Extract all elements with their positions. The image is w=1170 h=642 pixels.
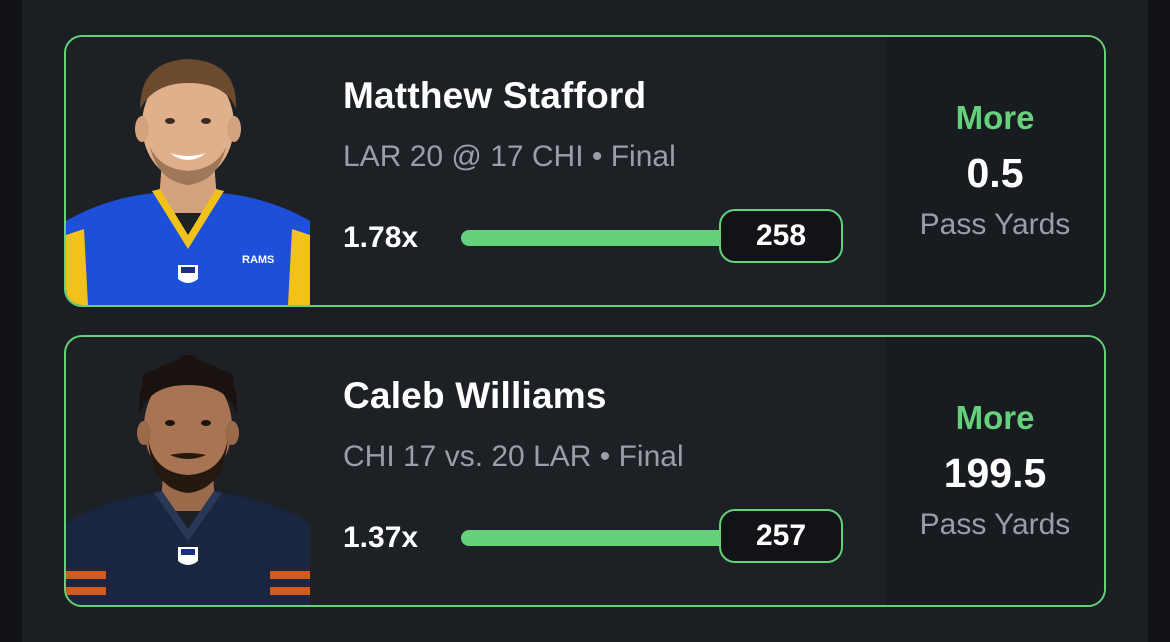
- stat-type: Pass Yards: [919, 508, 1071, 541]
- projection-line: 0.5: [966, 150, 1024, 196]
- payout-multiplier: 1.78x: [343, 221, 419, 254]
- projection-line: 199.5: [943, 450, 1047, 496]
- player-name: Caleb Williams: [343, 375, 607, 416]
- pick-panel: More 0.5 Pass Yards: [886, 37, 1104, 305]
- stat-type: Pass Yards: [919, 208, 1071, 241]
- payout-multiplier: 1.37x: [343, 521, 419, 554]
- pick-panel: More 199.5 Pass Yards: [886, 337, 1104, 605]
- game-info: LAR 20 @ 17 CHI • Final: [343, 140, 676, 173]
- jersey-rams-text: RAMS: [242, 254, 274, 266]
- result-value-pill: 257: [719, 509, 843, 563]
- game-info: CHI 17 vs. 20 LAR • Final: [343, 440, 684, 473]
- player-card-williams[interactable]: Caleb Williams CHI 17 vs. 20 LAR • Final…: [64, 335, 1106, 607]
- progress-bar: [461, 230, 741, 246]
- progress-bar: [461, 530, 741, 546]
- pick-direction: More: [955, 399, 1035, 436]
- player-photo-williams: [66, 355, 310, 605]
- player-photo-stafford: RAMS: [66, 59, 310, 305]
- player-card-stafford[interactable]: RAMS Matthew Stafford LAR 20 @ 17 CHI • …: [64, 35, 1106, 307]
- player-name: Matthew Stafford: [343, 75, 647, 116]
- pick-direction: More: [955, 99, 1035, 136]
- result-value-pill: 258: [719, 209, 843, 263]
